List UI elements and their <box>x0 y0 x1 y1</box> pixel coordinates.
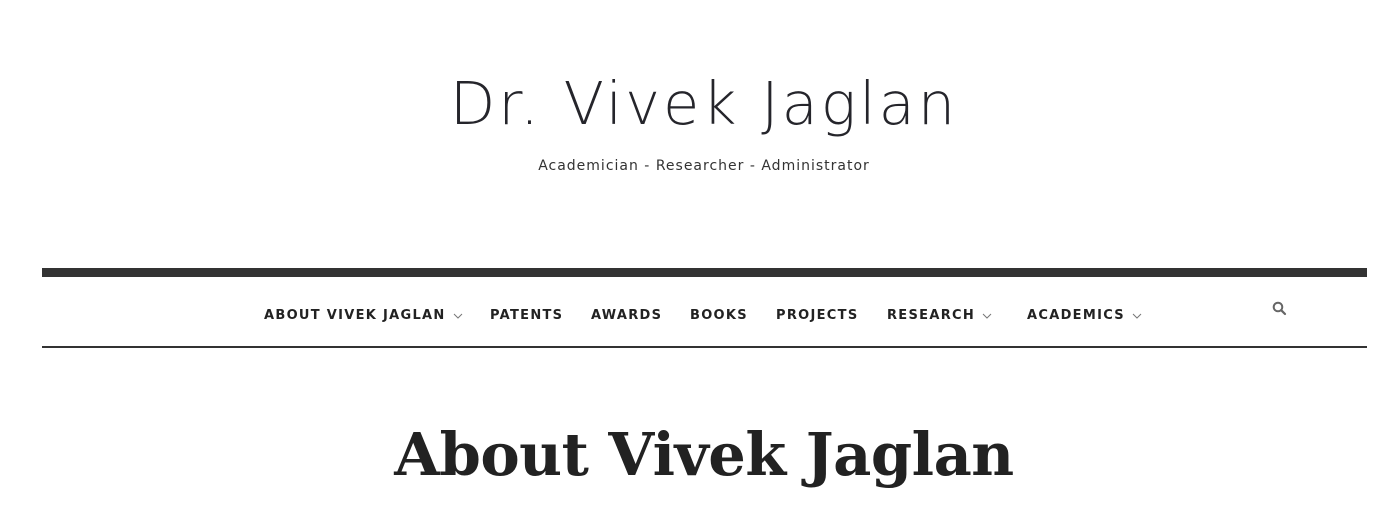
nav-menu: ABOUT VIVEK JAGLAN PATENTS AWARDS BOOKS … <box>42 277 1367 346</box>
nav-item-patents[interactable]: PATENTS <box>490 301 563 329</box>
main-navigation: ABOUT VIVEK JAGLAN PATENTS AWARDS BOOKS … <box>42 268 1367 348</box>
chevron-down-icon <box>982 310 992 320</box>
nav-item-label: ABOUT VIVEK JAGLAN <box>264 307 446 323</box>
chevron-down-icon <box>1132 310 1142 320</box>
nav-item-projects[interactable]: PROJECTS <box>776 301 858 329</box>
nav-item-about-vivek-jaglan[interactable]: ABOUT VIVEK JAGLAN <box>264 301 463 329</box>
search-button[interactable] <box>1269 300 1289 320</box>
chevron-down-icon <box>453 310 463 320</box>
page-title: About Vivek Jaglan <box>394 420 1014 489</box>
search-icon <box>1272 301 1287 320</box>
nav-item-label: PROJECTS <box>776 307 859 323</box>
nav-item-label: AWARDS <box>591 307 663 323</box>
nav-item-label: BOOKS <box>690 307 748 323</box>
nav-item-label: ACADEMICS <box>1027 307 1125 323</box>
site-tagline: Academician - Researcher - Administrator <box>538 158 870 174</box>
nav-item-label: RESEARCH <box>887 307 976 323</box>
nav-item-label: PATENTS <box>490 307 564 323</box>
nav-item-research[interactable]: RESEARCH <box>887 301 992 329</box>
nav-item-books[interactable]: BOOKS <box>690 301 748 329</box>
nav-item-academics[interactable]: ACADEMICS <box>1027 301 1142 329</box>
nav-item-awards[interactable]: AWARDS <box>591 301 662 329</box>
site-title-link[interactable]: Dr. Vivek Jaglan <box>0 64 1398 144</box>
